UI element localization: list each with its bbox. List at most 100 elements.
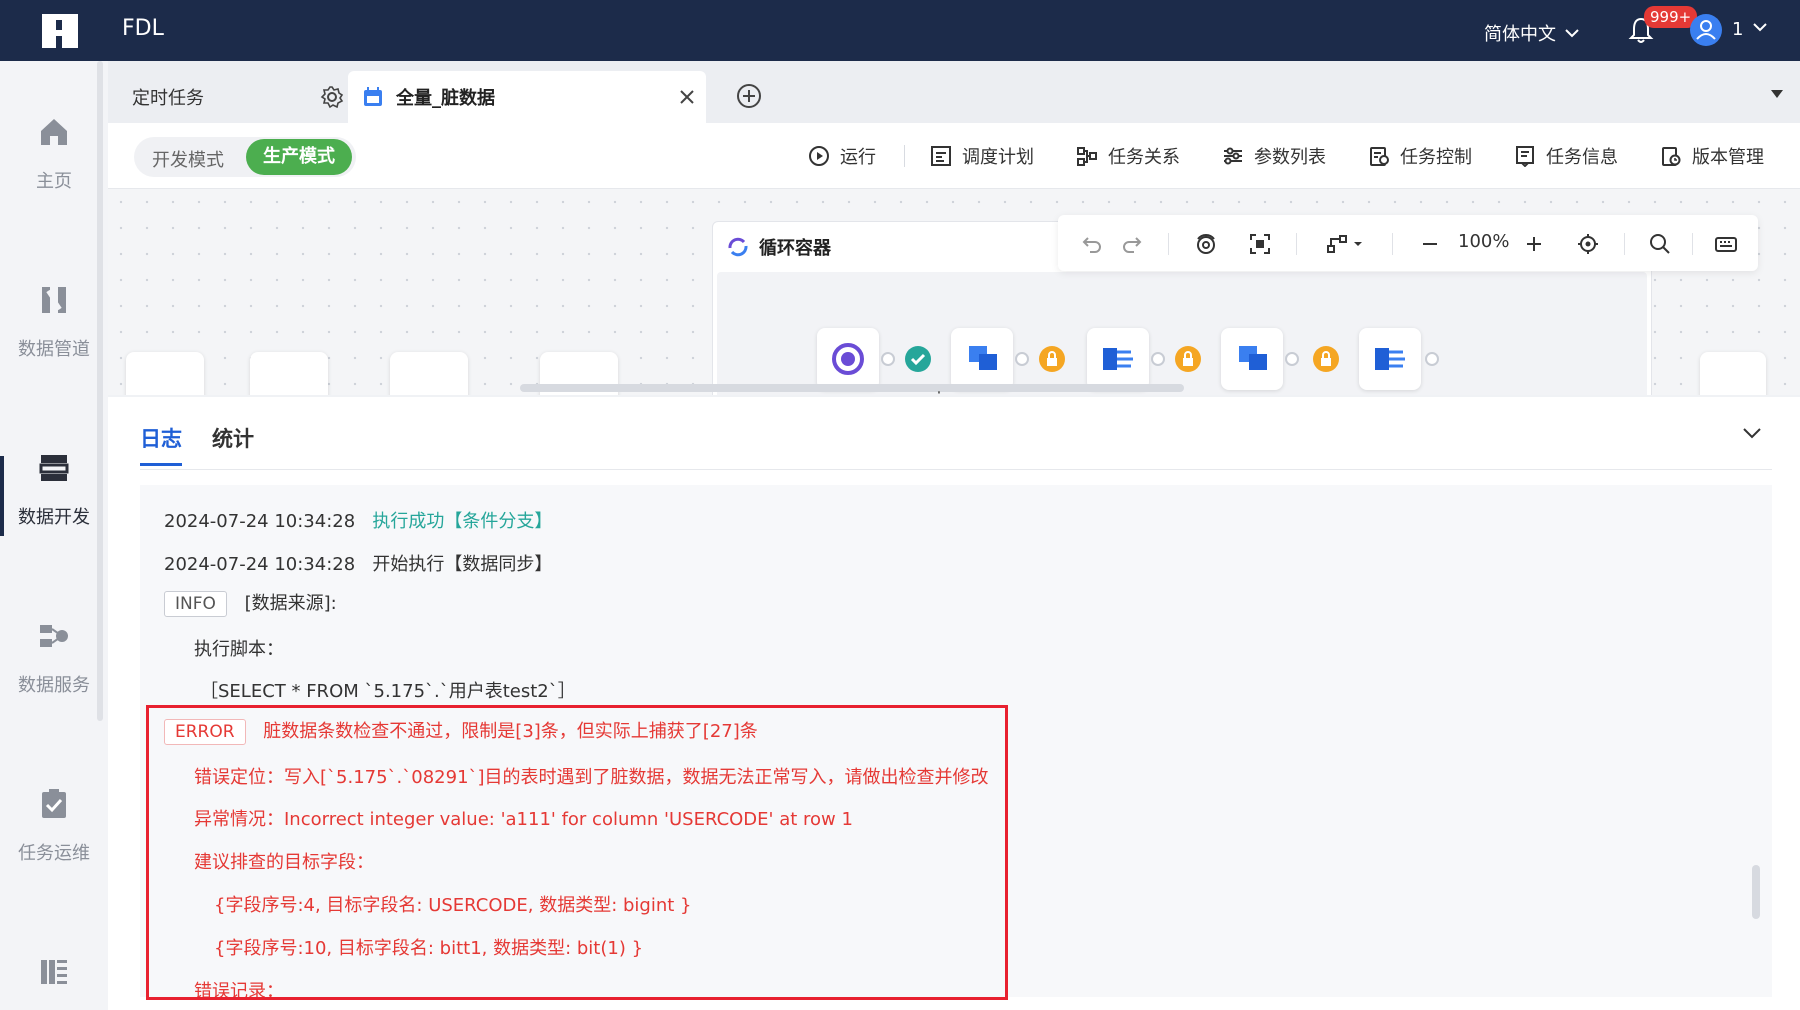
sidebar-item-service[interactable]: 数据服务 — [0, 619, 108, 739]
sidebar-item-label: 任务运维 — [18, 843, 90, 864]
language-selector[interactable]: 简体中文 — [1484, 20, 1580, 46]
log-timestamp: 2024-07-24 10:34:28 — [164, 554, 356, 575]
tab-statistics[interactable]: 统计 — [212, 423, 254, 453]
schedule-button[interactable]: 调度计划 — [930, 143, 1034, 169]
sidebar-item-ops[interactable]: 任务运维 — [0, 787, 108, 907]
play-icon — [809, 146, 829, 166]
canvas-horizontal-scrollbar[interactable] — [520, 384, 1184, 392]
fdl-logo-icon[interactable] — [38, 10, 82, 52]
chevron-down-icon[interactable] — [1742, 427, 1762, 439]
transform-node[interactable] — [1359, 328, 1421, 390]
schedule-icon — [931, 146, 951, 166]
search-icon[interactable] — [1648, 232, 1672, 256]
sync-node-icon — [969, 346, 997, 370]
undo-icon[interactable] — [1080, 232, 1104, 256]
mode-prod-option[interactable]: 生产模式 — [246, 139, 352, 175]
log-panel: 日志 统计 2024-07-24 10:34:28 执行成功【条件分支】 202… — [108, 397, 1800, 1010]
pipeline-icon — [42, 287, 66, 313]
log-line: 2024-07-24 10:34:28 开始执行【数据同步】 — [164, 550, 552, 576]
workflow-node[interactable] — [1700, 352, 1766, 395]
user-name[interactable]: 1 — [1732, 19, 1743, 40]
connector-dot — [1015, 352, 1029, 366]
sidebar-scrollbar[interactable] — [97, 61, 103, 721]
zoom-in-icon[interactable] — [1522, 232, 1546, 256]
tab-bar: 定时任务 全量_脏数据 — [108, 61, 1800, 123]
tab-log[interactable]: 日志 — [140, 423, 182, 453]
params-label: 参数列表 — [1254, 147, 1326, 168]
control-button[interactable]: 任务控制 — [1368, 143, 1472, 169]
gear-icon[interactable] — [320, 85, 344, 109]
schedule-label: 调度计划 — [962, 147, 1034, 168]
log-line: 2024-07-24 10:34:28 执行成功【条件分支】 — [164, 507, 552, 533]
condition-branch-node[interactable] — [817, 328, 879, 390]
fit-view-icon[interactable] — [1248, 232, 1272, 256]
info-tag: INFO — [164, 591, 227, 617]
close-icon[interactable] — [678, 88, 696, 106]
top-bar: FDL 简体中文 999+ 1 — [0, 0, 1800, 61]
mode-switch[interactable]: 开发模式 生产模式 — [134, 137, 356, 177]
zoom-out-icon[interactable] — [1418, 232, 1442, 256]
tab-scheduled-tasks[interactable]: 定时任务 — [132, 71, 358, 123]
lock-status-icon — [1313, 346, 1339, 372]
loop-container-icon — [728, 237, 748, 257]
service-icon — [40, 625, 68, 647]
lock-status-icon — [1039, 346, 1065, 372]
divider — [140, 469, 1772, 470]
toolbar-divider — [904, 145, 905, 167]
relation-button[interactable]: 任务关系 — [1076, 143, 1180, 169]
connector-dot — [1151, 352, 1165, 366]
log-scrollbar[interactable] — [1752, 865, 1760, 919]
more-icon — [41, 960, 67, 984]
success-status-icon — [905, 346, 931, 372]
avatar[interactable] — [1690, 14, 1722, 46]
chevron-down-icon[interactable] — [1752, 22, 1768, 32]
keyboard-icon[interactable] — [1714, 232, 1738, 256]
log-message: 开始执行【数据同步】 — [372, 554, 553, 575]
sidebar-item-data-dev[interactable]: 数据开发 — [0, 451, 108, 571]
connector-dot — [881, 352, 895, 366]
preview-icon[interactable] — [1194, 232, 1218, 256]
caret-down-icon[interactable] — [1770, 89, 1784, 99]
tab-full-dirty-data[interactable]: 全量_脏数据 — [348, 71, 706, 123]
sidebar-item-pipeline[interactable]: 数据管道 — [0, 283, 108, 403]
info-doc-icon — [1516, 146, 1534, 167]
canvas-toolbar-divider — [1692, 233, 1693, 255]
workflow-canvas[interactable]: 循环容器 100% — [108, 189, 1800, 395]
run-button[interactable]: 运行 — [808, 143, 876, 169]
tab-label: 定时任务 — [132, 88, 204, 109]
control-icon — [1370, 147, 1389, 166]
sidebar-item-label: 数据开发 — [18, 507, 90, 528]
sidebar-item-label: 主页 — [36, 171, 72, 192]
data-sync-node[interactable] — [951, 328, 1013, 390]
version-label: 版本管理 — [1692, 147, 1764, 168]
sidebar-item-more[interactable] — [0, 955, 108, 1005]
version-button[interactable]: 版本管理 — [1660, 143, 1764, 169]
sidebar-item-home[interactable]: 主页 — [0, 115, 108, 235]
transform-node[interactable] — [1087, 328, 1149, 390]
ops-icon — [42, 789, 66, 818]
run-label: 运行 — [840, 147, 876, 168]
locate-icon[interactable] — [1576, 232, 1600, 256]
log-line: ERROR 脏数据条数检查不通过，限制是[3]条，但实际上捕获了[27]条 — [164, 717, 758, 745]
app-title: FDL — [122, 16, 164, 41]
log-line: {字段序号:10, 目标字段名: bitt1, 数据类型: bit(1) } — [214, 934, 643, 960]
log-message: 执行脚本： — [194, 639, 284, 660]
language-label: 简体中文 — [1484, 24, 1556, 45]
mode-dev-option[interactable]: 开发模式 — [152, 146, 224, 172]
relation-label: 任务关系 — [1108, 147, 1180, 168]
control-label: 任务控制 — [1400, 147, 1472, 168]
workflow-node[interactable] — [126, 352, 204, 395]
log-message: 执行成功【条件分支】 — [372, 511, 553, 532]
log-message: 建议排查的目标字段： — [194, 852, 374, 873]
info-button[interactable]: 任务信息 — [1514, 143, 1618, 169]
params-button[interactable]: 参数列表 — [1222, 143, 1326, 169]
workflow-node[interactable] — [390, 352, 468, 395]
redo-icon[interactable] — [1120, 232, 1144, 256]
log-line: 执行脚本： — [194, 635, 284, 661]
workflow-node[interactable] — [250, 352, 328, 395]
calendar-icon — [364, 87, 382, 106]
canvas-toolbar-divider — [1168, 233, 1169, 255]
add-tab-icon[interactable] — [736, 83, 762, 109]
data-sync-node[interactable] — [1221, 328, 1283, 390]
layout-dropdown-icon[interactable] — [1326, 232, 1366, 256]
